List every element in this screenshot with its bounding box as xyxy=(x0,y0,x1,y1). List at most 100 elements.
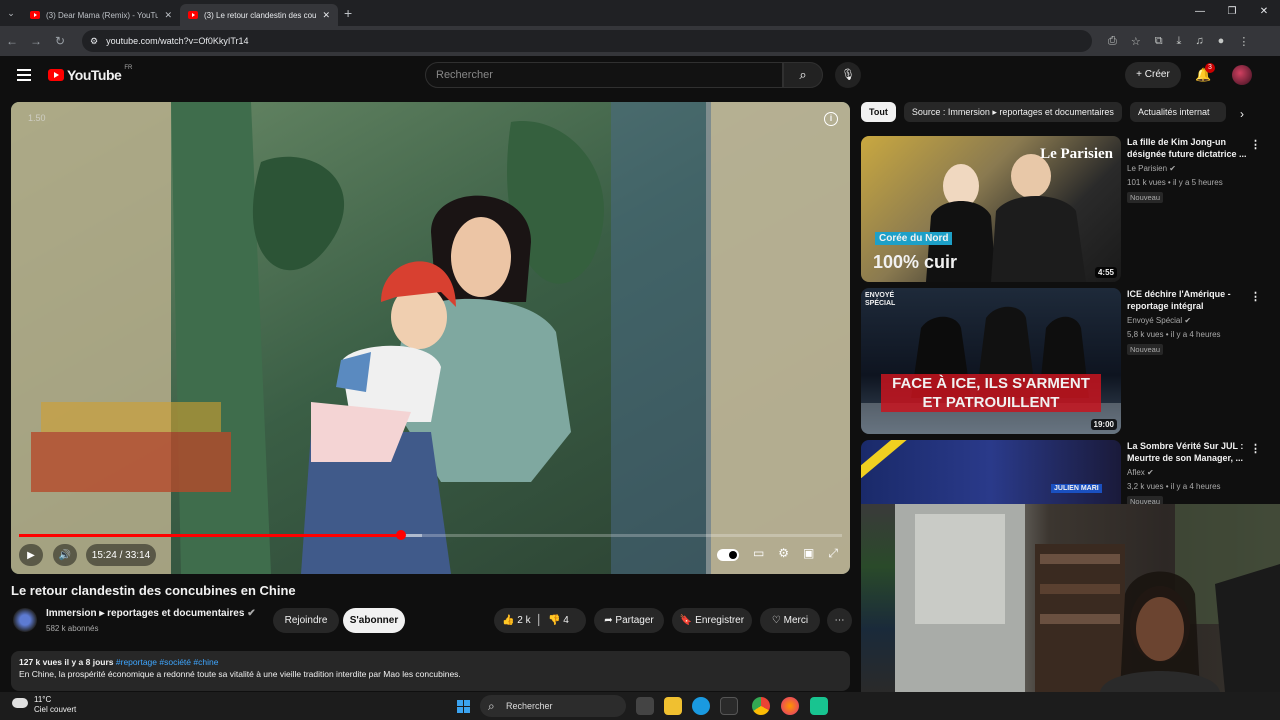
dislike-button[interactable]: 👎 4 xyxy=(548,615,569,626)
info-icon[interactable]: i xyxy=(824,112,838,126)
thumbnail[interactable]: Le Parisien Corée du Nord 100% cuir 4:55 xyxy=(861,136,1121,282)
app-icon[interactable] xyxy=(810,697,828,715)
channel-avatar[interactable] xyxy=(13,608,37,632)
verified-icon: ✔ xyxy=(1147,468,1154,477)
thumbnail[interactable]: ENVOYÉ SPÉCIAL FACE À ICE, ILS S'ARMENT … xyxy=(861,288,1121,434)
new-tab-icon[interactable]: + xyxy=(344,5,352,21)
browser-tab-2[interactable]: (3) Le retour clandestin des cou ✕ xyxy=(180,4,338,26)
downloads-icon[interactable]: ⤓ xyxy=(1177,35,1182,48)
recommendation-item[interactable]: Le Parisien Corée du Nord 100% cuir 4:55… xyxy=(861,136,1261,282)
rec-title[interactable]: La fille de Kim Jong-un désignée future … xyxy=(1127,136,1255,160)
description-box[interactable]: 127 k vues il y a 8 jours #reportage #so… xyxy=(11,651,850,691)
thumb-tag: Corée du Nord xyxy=(875,232,953,245)
reload-icon[interactable]: ↻ xyxy=(48,34,72,48)
play-icon[interactable]: ▶ xyxy=(19,544,43,566)
back-icon[interactable]: ← xyxy=(0,34,24,48)
profile-icon[interactable]: ● xyxy=(1218,35,1225,48)
notification-count-badge: 3 xyxy=(1205,63,1215,73)
dislike-count: 4 xyxy=(563,615,569,626)
browser-menu-icon[interactable]: ⋮ xyxy=(1238,35,1249,48)
rec-channel[interactable]: Envoyé Spécial ✔ xyxy=(1127,316,1191,325)
settings-gear-icon[interactable]: ⚙ xyxy=(778,546,789,561)
close-tab-icon[interactable]: ✕ xyxy=(322,10,330,21)
install-app-icon[interactable]: ⎙ xyxy=(1108,35,1117,48)
search-icon[interactable]: ⌕ xyxy=(783,62,823,88)
subscribe-button[interactable]: S'abonner xyxy=(343,608,405,633)
progress-scrubber[interactable] xyxy=(395,530,406,540)
minimize-icon[interactable]: — xyxy=(1184,0,1216,24)
more-options-icon[interactable]: ⋮ xyxy=(1250,138,1261,151)
rec-meta: 5,8 k vues • il y a 4 heures xyxy=(1127,330,1221,339)
more-options-icon[interactable]: ⋮ xyxy=(1250,290,1261,303)
tab-search-icon[interactable]: ⌄ xyxy=(0,8,22,19)
chrome-icon[interactable] xyxy=(752,697,770,715)
bookmark-star-icon[interactable]: ☆ xyxy=(1131,35,1141,48)
close-tab-icon[interactable]: ✕ xyxy=(164,10,172,21)
new-badge: Nouveau xyxy=(1127,344,1164,355)
rec-title[interactable]: La Sombre Vérité Sur JUL : Meurtre de so… xyxy=(1127,440,1255,464)
subtitles-icon[interactable]: ▭ xyxy=(753,546,764,561)
chip-all[interactable]: Tout xyxy=(861,102,896,122)
create-label: Créer xyxy=(1144,69,1170,80)
windows-start-icon[interactable] xyxy=(457,700,470,713)
fullscreen-icon[interactable]: ⤢ xyxy=(828,546,838,561)
url-field[interactable]: ⚙ youtube.com/watch?v=Of0KkyITr14 xyxy=(82,30,1092,52)
rec-title[interactable]: ICE déchire l'Amérique - reportage intég… xyxy=(1127,288,1255,312)
temperature: 11°C xyxy=(34,695,52,704)
youtube-logo[interactable]: YouTube FR xyxy=(48,65,133,83)
site-info-icon[interactable]: ⚙ xyxy=(90,36,98,47)
firefox-icon[interactable] xyxy=(781,697,799,715)
forward-icon[interactable]: → xyxy=(24,34,48,48)
region-code: FR xyxy=(124,65,133,71)
channel-name[interactable]: Immersion ▸ reportages et documentaires … xyxy=(46,608,256,619)
browser-tab-bar: ⌄ (3) Dear Mama (Remix) - YouTu ✕ (3) Le… xyxy=(0,0,1280,26)
thumb-caption: 100% cuir xyxy=(873,252,958,272)
file-explorer-icon[interactable] xyxy=(664,697,682,715)
more-options-icon[interactable]: ⋮ xyxy=(1250,442,1261,455)
thanks-button[interactable]: ♡ Merci xyxy=(760,608,820,633)
autoplay-toggle[interactable] xyxy=(716,549,739,561)
share-button[interactable]: ➦ Partager xyxy=(594,608,664,633)
recommendation-item[interactable]: ENVOYÉ SPÉCIAL FACE À ICE, ILS S'ARMENT … xyxy=(861,288,1261,434)
search-input[interactable]: Rechercher xyxy=(425,62,783,88)
new-badge: Nouveau xyxy=(1127,192,1164,203)
menu-hamburger-icon[interactable] xyxy=(17,69,31,84)
weather-widget[interactable]: 11°C Ciel couvert xyxy=(12,695,76,715)
youtube-favicon-icon xyxy=(188,11,198,19)
thumb-caption: FACE À ICE, ILS S'ARMENT ET PATROUILLENT xyxy=(881,374,1101,412)
tab-label: (3) Dear Mama (Remix) - YouTu xyxy=(46,10,159,20)
task-view-icon[interactable] xyxy=(636,697,654,715)
player-right-controls: ▭ ⚙ ▣ ⤢ xyxy=(716,546,838,561)
like-button[interactable]: 👍 2 k xyxy=(502,615,531,626)
rec-channel[interactable]: Le Parisien ✔ xyxy=(1127,164,1176,173)
taskbar-search[interactable]: Rechercher xyxy=(480,695,626,717)
volume-icon[interactable]: 🔊 xyxy=(53,544,77,566)
progress-bar[interactable] xyxy=(19,530,842,540)
maximize-icon[interactable]: ❐ xyxy=(1216,0,1248,24)
hashtags[interactable]: #reportage #société #chine xyxy=(116,657,219,667)
join-button[interactable]: Rejoindre xyxy=(273,608,339,633)
chip-source[interactable]: Source : Immersion ▸ reportages et docum… xyxy=(903,102,1122,122)
microphone-icon[interactable]: 🎙 xyxy=(835,62,861,88)
account-avatar[interactable] xyxy=(1232,65,1252,85)
media-icon[interactable]: ♫ xyxy=(1195,35,1203,48)
rec-channel[interactable]: Aflex ✔ xyxy=(1127,468,1154,477)
close-window-icon[interactable]: ✕ xyxy=(1248,0,1280,24)
tab-label: (3) Le retour clandestin des cou xyxy=(204,10,317,20)
create-button[interactable]: + Créer xyxy=(1125,62,1181,88)
save-button[interactable]: 🔖 Enregistrer xyxy=(672,608,752,633)
theater-mode-icon[interactable]: ▣ xyxy=(803,546,814,561)
video-frame xyxy=(11,102,850,574)
youtube-play-logo-icon xyxy=(48,69,64,81)
extensions-icon[interactable]: ⧉ xyxy=(1155,35,1163,48)
chevron-right-icon[interactable]: › xyxy=(1240,107,1244,121)
browser-toolbar: ⎙ ☆ ⧉ ⤓ ♫ ● ⋮ xyxy=(1108,35,1249,48)
progress-played xyxy=(19,534,401,537)
browser-tab-1[interactable]: (3) Dear Mama (Remix) - YouTu ✕ xyxy=(22,4,180,26)
chip-news[interactable]: Actualités internat xyxy=(1129,102,1226,122)
more-actions-icon[interactable]: ⋯ xyxy=(827,608,852,633)
video-player[interactable]: 1.50 i ▶ 🔊 15:24 / 33:14 ▭ ⚙ ▣ ⤢ xyxy=(11,102,850,574)
edge-browser-icon[interactable] xyxy=(692,697,710,715)
verified-icon: ✔ xyxy=(1184,316,1192,325)
store-icon[interactable] xyxy=(720,697,738,715)
